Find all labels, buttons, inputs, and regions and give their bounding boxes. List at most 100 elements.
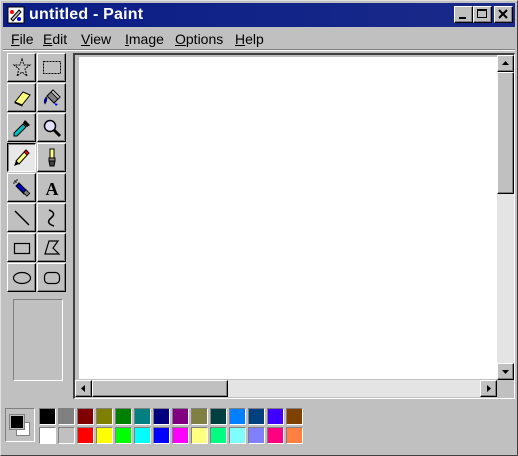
palette-swatch[interactable] [286,408,303,425]
paint-app-icon [7,6,25,24]
tool-line[interactable] [7,203,36,232]
palette-swatch[interactable] [96,427,113,444]
rect-select-icon [43,61,61,74]
menu-options-mnemonic: O [175,31,186,47]
palette-swatch[interactable] [115,427,132,444]
menu-file[interactable]: File [11,31,34,47]
tool-magnifier[interactable] [37,113,66,142]
foreground-color[interactable] [9,414,25,430]
current-colors[interactable] [5,408,35,442]
palette-swatch[interactable] [96,408,113,425]
scroll-up-button[interactable] [497,55,514,72]
paint-bucket-icon [43,89,61,106]
scroll-left-button[interactable] [75,380,92,397]
text-tool-glyph: A [46,179,59,199]
palette-swatch[interactable] [286,427,303,444]
magnifier-icon [43,119,62,138]
eyedropper-icon [13,120,30,137]
menu-edit[interactable]: Edit [43,31,67,47]
menu-file-rest: ile [19,31,34,47]
palette-swatch[interactable] [267,427,284,444]
menu-help[interactable]: Help [235,31,264,47]
rectangle-icon [13,242,31,255]
tool-pencil[interactable] [7,143,36,172]
menu-file-mnemonic: F [11,31,20,47]
palette-swatch[interactable] [210,408,227,425]
color-palette [3,403,515,453]
palette-swatch[interactable] [115,408,132,425]
palette-swatch[interactable] [248,427,265,444]
star-select-icon [12,57,32,78]
menu-help-rest: elp [245,31,264,47]
tool-curve[interactable] [37,203,66,232]
palette-swatch[interactable] [58,408,75,425]
arrow-right-icon [487,385,491,392]
tool-fill[interactable] [37,83,66,112]
palette-swatch[interactable] [39,408,56,425]
minimize-button[interactable] [454,6,473,23]
drawing-canvas[interactable] [79,57,497,379]
menu-view[interactable]: View [81,31,111,47]
palette-swatch[interactable] [267,408,284,425]
paint-window: untitled - Paint File Edit View Image Op… [0,0,518,456]
tool-select[interactable] [37,53,66,82]
menu-options[interactable]: Options [175,31,223,47]
palette-swatch[interactable] [172,408,189,425]
palette-swatch[interactable] [77,408,94,425]
palette-swatch[interactable] [153,427,170,444]
palette-swatch[interactable] [229,427,246,444]
palette-swatch[interactable] [134,408,151,425]
menu-help-mnemonic: H [235,31,246,47]
arrow-down-icon [502,370,509,374]
pencil-icon [14,149,30,166]
scroll-corner [497,380,514,397]
palette-swatch[interactable] [191,408,208,425]
menu-image-rest: mage [128,31,164,47]
close-button[interactable] [494,6,513,23]
tool-text[interactable]: A [37,173,66,202]
tool-pick-color[interactable] [7,113,36,142]
tool-ellipse[interactable] [7,263,36,292]
vertical-scroll-thumb[interactable] [497,72,514,194]
scroll-down-button[interactable] [497,363,514,380]
title-bar[interactable]: untitled - Paint [3,3,515,27]
menu-options-rest: ptions [185,31,224,47]
tool-rectangle[interactable] [7,233,36,262]
tool-airbrush[interactable] [7,173,36,202]
horizontal-scrollbar[interactable] [75,380,497,397]
tool-brush[interactable] [37,143,66,172]
airbrush-icon [13,179,31,197]
palette-swatch[interactable] [191,427,208,444]
palette-swatch[interactable] [210,427,227,444]
palette-swatch[interactable] [248,408,265,425]
brush-icon [48,148,56,167]
tool-options-box[interactable] [13,299,63,381]
palette-swatch[interactable] [229,408,246,425]
vertical-scrollbar[interactable] [497,55,514,380]
scroll-right-button[interactable] [480,380,497,397]
menu-view-mnemonic: V [81,31,91,47]
tool-free-form-select[interactable] [7,53,36,82]
menu-view-rest: iew [90,31,112,47]
arrow-up-icon [502,61,509,65]
palette-swatch[interactable] [58,427,75,444]
tool-polygon[interactable] [37,233,66,262]
eraser-icon [14,91,31,107]
tool-rounded-rectangle[interactable] [37,263,66,292]
horizontal-scroll-thumb[interactable] [92,380,228,397]
tool-eraser[interactable] [7,83,36,112]
menu-edit-mnemonic: E [43,31,53,47]
ellipse-icon [12,271,32,285]
toolbox: A [5,53,69,393]
curve-icon [47,209,55,227]
menu-image[interactable]: Image [125,31,164,47]
palette-swatch[interactable] [77,427,94,444]
menu-separator [3,49,515,51]
palette-swatch[interactable] [153,408,170,425]
palette-swatch[interactable] [134,427,151,444]
palette-swatch[interactable] [39,427,56,444]
palette-swatch[interactable] [172,427,189,444]
maximize-button[interactable] [473,6,492,23]
rounded-rectangle-icon [43,271,61,285]
canvas-frame [73,53,515,399]
